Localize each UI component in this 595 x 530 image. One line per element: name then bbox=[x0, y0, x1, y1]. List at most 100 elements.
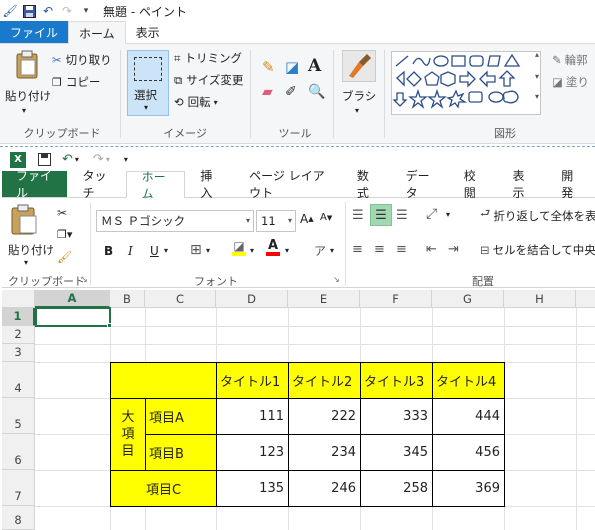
bold-button[interactable]: B bbox=[104, 244, 113, 258]
tab-insert[interactable]: 挿入 bbox=[185, 169, 234, 200]
save-icon[interactable] bbox=[21, 3, 37, 19]
borders-icon[interactable]: ⊞ bbox=[190, 242, 202, 258]
fill-handle[interactable] bbox=[107, 323, 112, 328]
paste-dropdown-icon[interactable]: ▾ bbox=[22, 106, 26, 115]
tab-developer[interactable]: 開発 bbox=[546, 169, 595, 200]
customize-qat-icon[interactable]: ▾ bbox=[124, 155, 128, 164]
font-color-dropdown-icon[interactable]: ▾ bbox=[285, 246, 289, 255]
column-header-c[interactable]: C bbox=[145, 290, 216, 308]
paste-icon[interactable] bbox=[8, 50, 48, 80]
copy-icon[interactable]: ❐▾ bbox=[57, 228, 72, 241]
copy-button[interactable]: ❐ コピー bbox=[52, 74, 100, 90]
row-header-6[interactable]: 6 bbox=[2, 434, 35, 470]
row-header-7[interactable]: 7 bbox=[2, 470, 35, 506]
row-header-5[interactable]: 5 bbox=[2, 398, 35, 434]
eraser-icon[interactable]: ▰ bbox=[262, 84, 273, 100]
tab-page-layout[interactable]: ページ レイアウト bbox=[234, 169, 342, 200]
row-header-1[interactable]: 1 bbox=[2, 308, 35, 326]
cut-icon[interactable]: ✂ bbox=[57, 206, 67, 220]
align-top-icon[interactable]: ☰ bbox=[352, 208, 364, 223]
save-icon[interactable] bbox=[38, 152, 52, 167]
italic-button[interactable]: I bbox=[128, 244, 133, 258]
tab-home[interactable]: ホーム bbox=[125, 170, 186, 201]
increase-font-icon[interactable]: A ▲ bbox=[300, 212, 314, 226]
align-center-icon[interactable]: ≡ bbox=[374, 242, 385, 257]
paste-dropdown-icon[interactable]: ▾ bbox=[24, 258, 28, 267]
font-size-select[interactable]: 11 ▾ bbox=[256, 210, 296, 232]
underline-button[interactable]: U bbox=[150, 244, 159, 258]
borders-dropdown-icon[interactable]: ▾ bbox=[206, 246, 210, 255]
column-header-g[interactable]: G bbox=[432, 290, 504, 308]
column-header-i[interactable] bbox=[576, 290, 595, 308]
cut-button[interactable]: ✂ 切り取り bbox=[52, 52, 112, 68]
undo-icon[interactable]: ↶ bbox=[62, 152, 73, 167]
tab-data[interactable]: データ bbox=[391, 169, 449, 200]
align-bottom-icon[interactable]: ☰ bbox=[396, 208, 408, 223]
active-cell-a1[interactable] bbox=[35, 307, 111, 327]
tab-review[interactable]: 校閲 bbox=[449, 169, 498, 200]
align-left-icon[interactable]: ≡ bbox=[352, 242, 363, 257]
orientation-icon[interactable]: ⤢ bbox=[426, 206, 437, 222]
undo-icon[interactable]: ↶ bbox=[40, 3, 56, 19]
column-header-d[interactable]: D bbox=[216, 290, 288, 308]
paste-button[interactable]: 貼り付け bbox=[5, 88, 51, 104]
tab-view[interactable]: 表示 bbox=[498, 169, 547, 200]
tab-home[interactable]: ホーム bbox=[68, 21, 126, 44]
column-header-b[interactable]: B bbox=[110, 290, 145, 308]
fill-color-dropdown-icon[interactable]: ▾ bbox=[250, 246, 254, 255]
row-header-8[interactable]: 8 bbox=[2, 506, 35, 530]
row-header-2[interactable]: 2 bbox=[2, 326, 35, 344]
tab-view[interactable]: 表示 bbox=[126, 21, 170, 43]
redo-icon[interactable]: ↷ bbox=[93, 152, 104, 167]
underline-dropdown-icon[interactable]: ▾ bbox=[164, 246, 168, 255]
tab-formulas[interactable]: 数式 bbox=[342, 169, 391, 200]
align-middle-icon[interactable]: ☰ bbox=[370, 204, 392, 226]
paste-button[interactable]: 貼り付け bbox=[8, 242, 54, 258]
customize-qat-icon[interactable]: ▾ bbox=[78, 3, 94, 19]
decrease-indent-icon[interactable]: ⇤ bbox=[426, 242, 437, 257]
text-tool-icon[interactable]: A bbox=[308, 56, 321, 76]
select-button[interactable]: 選択 ▾ bbox=[127, 50, 169, 116]
undo-dropdown-icon[interactable]: ▾ bbox=[75, 155, 79, 164]
rotate-button[interactable]: ⟲ 回転 ▾ bbox=[174, 94, 218, 110]
font-color-icon[interactable]: A bbox=[266, 239, 280, 256]
fill-bucket-icon[interactable]: ◪ bbox=[285, 58, 299, 76]
spreadsheet-grid[interactable]: A B C D E F G H 1 2 3 4 5 6 7 8 タイトル1 タイ… bbox=[2, 290, 595, 530]
decrease-font-icon[interactable]: A ▼ bbox=[320, 212, 332, 223]
crop-button[interactable]: ⌗ トリミング bbox=[174, 50, 242, 66]
row-header-3[interactable]: 3 bbox=[2, 344, 35, 362]
resize-button[interactable]: ⧉ サイズ変更 bbox=[174, 72, 243, 88]
shapes-scroll-down-icon[interactable]: ▾ bbox=[535, 72, 539, 81]
outline-button[interactable]: ✎ 輪郭 bbox=[552, 52, 588, 68]
column-header-f[interactable]: F bbox=[360, 290, 432, 308]
brushes-dropdown-icon[interactable]: ▾ bbox=[355, 106, 359, 115]
fill-color-icon[interactable]: ◪ bbox=[232, 240, 246, 256]
tab-touch[interactable]: タッチ bbox=[67, 169, 125, 200]
color-picker-icon[interactable]: ✐ bbox=[285, 84, 297, 100]
clipboard-launcher-icon[interactable]: ↘ bbox=[81, 275, 88, 284]
font-launcher-icon[interactable]: ↘ bbox=[333, 275, 340, 284]
brushes-label[interactable]: ブラシ bbox=[342, 88, 376, 104]
redo-icon[interactable]: ↷ bbox=[59, 3, 75, 19]
brush-icon[interactable] bbox=[342, 50, 376, 82]
merge-center-button[interactable]: ⊟ セルを結合して中央 bbox=[480, 242, 595, 258]
phonetic-dropdown-icon[interactable]: ▾ bbox=[330, 246, 334, 255]
redo-dropdown-icon[interactable]: ▾ bbox=[106, 155, 110, 164]
format-painter-icon[interactable]: 🖌 bbox=[57, 250, 72, 264]
magnifier-icon[interactable]: 🔍 bbox=[308, 84, 325, 100]
column-header-h[interactable]: H bbox=[504, 290, 576, 308]
row-header-4[interactable]: 4 bbox=[2, 362, 35, 398]
tab-file[interactable]: ファイル bbox=[0, 21, 69, 43]
paint-app-icon[interactable]: 🖌 bbox=[2, 3, 18, 19]
tab-file[interactable]: ファイル bbox=[2, 169, 68, 200]
fill-button[interactable]: ◪ 塗り bbox=[552, 74, 589, 90]
font-name-select[interactable]: ＭＳ Ｐゴシック ▾ bbox=[96, 210, 254, 232]
column-header-e[interactable]: E bbox=[288, 290, 360, 308]
select-all-corner[interactable] bbox=[2, 290, 35, 308]
orientation-dropdown-icon[interactable]: ▾ bbox=[446, 210, 450, 219]
column-header-a[interactable]: A bbox=[35, 290, 110, 308]
pencil-icon[interactable]: ✎ bbox=[262, 58, 275, 76]
paste-icon[interactable] bbox=[10, 204, 40, 236]
phonetic-icon[interactable]: ア bbox=[314, 242, 326, 259]
wrap-text-button[interactable]: ⮐ 折り返して全体を表 bbox=[480, 206, 595, 225]
